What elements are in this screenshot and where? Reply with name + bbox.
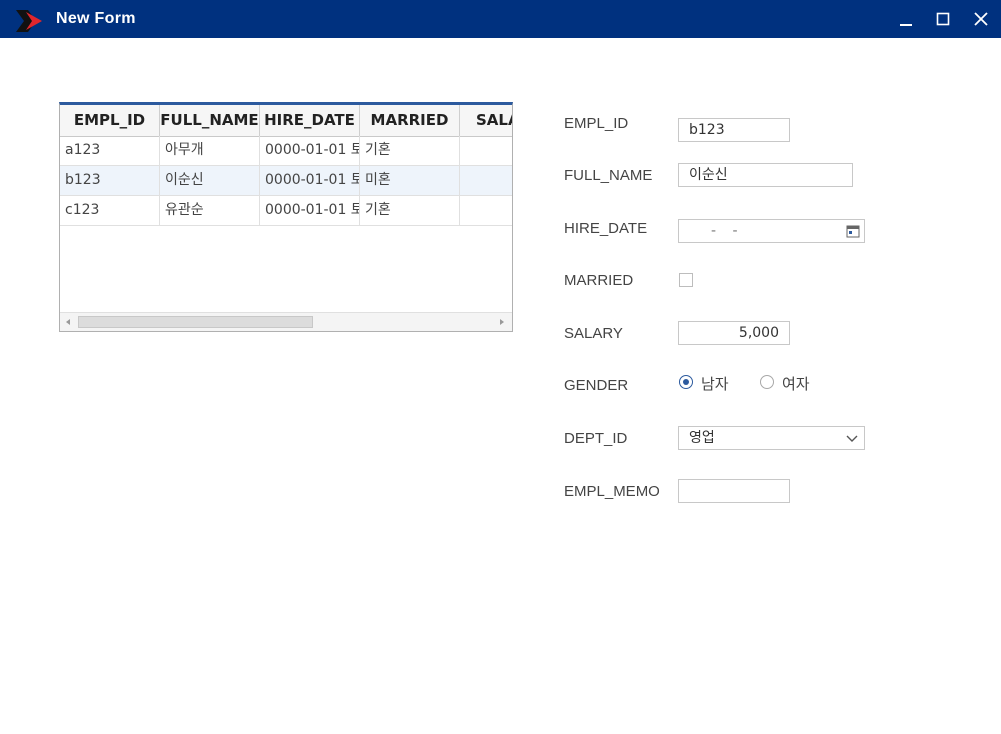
cell-married: 기혼: [360, 136, 460, 165]
column-header-married[interactable]: MARRIED: [360, 105, 460, 136]
maximize-icon: [936, 12, 950, 26]
title-bar: New Form: [0, 0, 1001, 38]
cell-married: 기혼: [360, 196, 460, 225]
chevron-down-icon: [846, 435, 858, 442]
cell-hire-date: 0000-01-01 토: [260, 136, 360, 165]
close-button[interactable]: [963, 0, 999, 38]
gender-option-male-label[interactable]: 남자: [701, 373, 729, 394]
table-row[interactable]: c123 유관순 0000-01-01 토 기혼: [60, 196, 512, 226]
close-icon: [974, 12, 988, 26]
gender-radio-male[interactable]: [679, 375, 693, 389]
married-checkbox[interactable]: [679, 273, 693, 287]
cell-full-name: 이순신: [160, 166, 260, 195]
dept-id-select[interactable]: 영업: [678, 426, 865, 450]
cell-salary: [460, 136, 512, 165]
column-header-salary[interactable]: SALARY: [460, 105, 512, 136]
calendar-icon[interactable]: [846, 224, 860, 238]
gender-option-female-label[interactable]: 여자: [782, 373, 810, 394]
table-row[interactable]: a123 아무개 0000-01-01 토 기혼: [60, 136, 512, 166]
salary-label: SALARY: [564, 325, 623, 342]
scrollbar-thumb[interactable]: [78, 316, 313, 328]
full-name-field[interactable]: 이순신: [678, 163, 853, 187]
scroll-left-icon[interactable]: [64, 317, 72, 327]
grid-header: EMPL_ID FULL_NAME HIRE_DATE MARRIED SALA…: [60, 105, 512, 137]
employee-grid[interactable]: EMPL_ID FULL_NAME HIRE_DATE MARRIED SAL A…: [59, 102, 513, 332]
scroll-right-icon[interactable]: [498, 317, 506, 327]
cell-salary: [460, 166, 512, 195]
hire-date-label: HIRE_DATE: [564, 220, 648, 237]
cell-empl-id: c123: [60, 196, 160, 225]
cell-full-name: 유관순: [160, 196, 260, 225]
column-header-empl-id[interactable]: EMPL_ID: [60, 105, 160, 136]
full-name-label: FULL_NAME: [564, 167, 653, 184]
cell-empl-id: a123: [60, 136, 160, 165]
table-row[interactable]: b123 이순신 0000-01-01 토 미혼: [60, 166, 512, 196]
cell-hire-date: 0000-01-01 토: [260, 196, 360, 225]
horizontal-scrollbar[interactable]: [60, 312, 512, 331]
gender-label: GENDER: [564, 377, 629, 394]
cell-full-name: 아무개: [160, 136, 260, 165]
window-title: New Form: [56, 10, 136, 27]
cell-salary: [460, 196, 512, 225]
maximize-button[interactable]: [925, 0, 961, 38]
hire-date-value: - -: [711, 223, 744, 239]
empl-id-label: EMPL_ID: [564, 115, 629, 132]
column-header-hire-date[interactable]: HIRE_DATE: [260, 105, 360, 136]
cell-hire-date: 0000-01-01 토: [260, 166, 360, 195]
hire-date-field[interactable]: - -: [678, 219, 865, 243]
minimize-button[interactable]: [888, 0, 924, 38]
salary-field[interactable]: 5,000: [678, 321, 790, 345]
empl-memo-label: EMPL_MEMO: [564, 483, 660, 500]
dept-id-selected-value: 영업: [689, 430, 715, 446]
married-label: MARRIED: [564, 272, 634, 289]
empl-memo-field[interactable]: [678, 479, 790, 503]
empl-id-field[interactable]: b123: [678, 118, 790, 142]
column-header-full-name[interactable]: FULL_NAME: [160, 105, 260, 136]
cell-empl-id: b123: [60, 166, 160, 195]
cell-married: 미혼: [360, 166, 460, 195]
dept-id-label: DEPT_ID: [564, 430, 628, 447]
app-logo-icon: [16, 10, 42, 32]
minimize-icon: [900, 24, 912, 26]
gender-radio-female[interactable]: [760, 375, 774, 389]
